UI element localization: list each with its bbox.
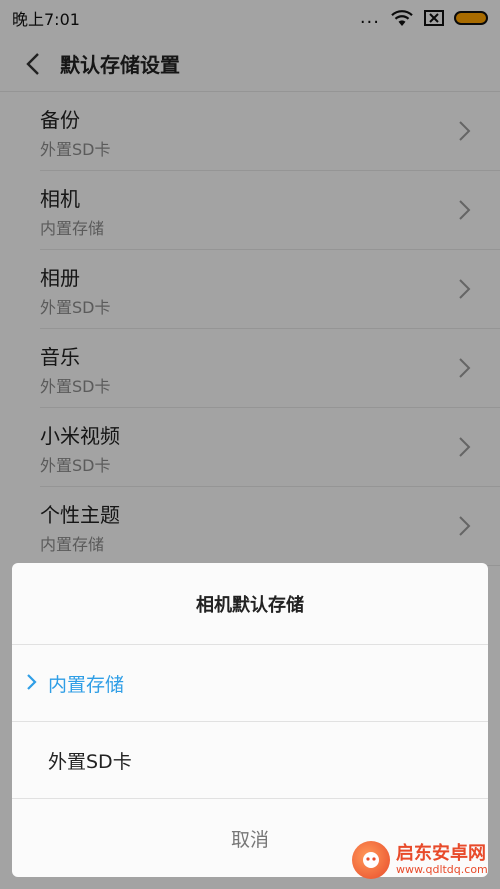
watermark-logo-icon (352, 841, 390, 879)
option-internal-storage[interactable]: 内置存储 (12, 645, 488, 722)
storage-dialog: 相机默认存储 内置存储 外置SD卡 取消 (12, 563, 488, 877)
watermark-brand: 启东安卓网 (396, 842, 486, 864)
selected-chevron-icon (27, 674, 37, 690)
watermark: 启东安卓网 www.qdltdq.com (352, 833, 494, 887)
option-external-sd[interactable]: 外置SD卡 (12, 722, 488, 799)
option-label: 外置SD卡 (48, 750, 132, 773)
option-label: 内置存储 (48, 673, 125, 696)
watermark-url: www.qdltdq.com (396, 862, 488, 876)
robot-icon (363, 852, 379, 868)
dialog-title: 相机默认存储 (12, 563, 488, 645)
